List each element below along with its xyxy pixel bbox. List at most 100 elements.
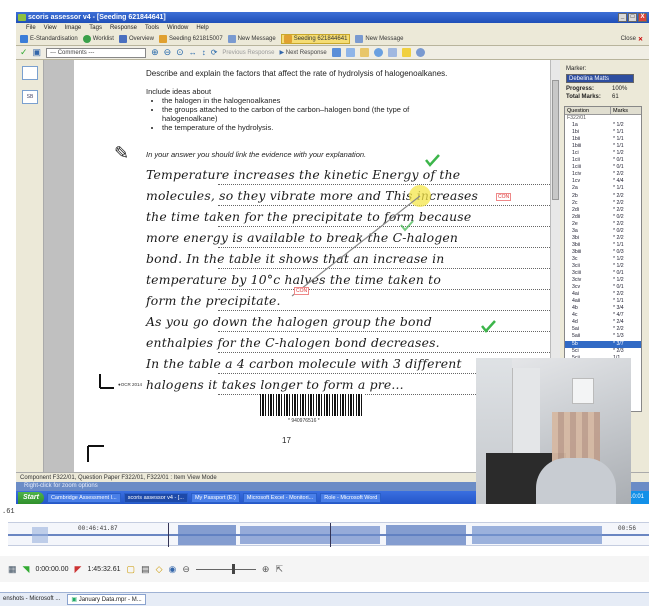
grid-icon[interactable]: ▤ [141,564,150,575]
menu-tags[interactable]: Tags [89,23,102,33]
taskbar-item[interactable]: scoris assessor v4 - [... [123,492,188,503]
tool-icon-d[interactable] [373,48,383,57]
toolbar-seeding-621815007[interactable]: Seeding 621815007 [158,35,223,43]
taskbar-item[interactable]: Microsoft Excel - Monitori... [242,492,318,503]
page-thumbnail-2[interactable]: SB [22,90,38,104]
table-row[interactable]: 1bii * 1/1 [565,136,641,143]
table-row[interactable]: 5b * 3/7 [565,340,641,348]
con-annotation[interactable]: CON [294,287,310,295]
tool-icon-f[interactable] [415,48,425,57]
table-row[interactable]: 4c * 4/7 [565,312,641,319]
scrollbar-thumb[interactable] [552,80,559,200]
question-mark: * 4/7 [613,312,624,319]
toolbar-close-button[interactable]: Close ✕ [621,36,643,43]
toolbar-overview[interactable]: Overview [118,35,154,43]
film-icon[interactable]: ▦ [8,564,17,575]
toolbar-worklist[interactable]: Worklist [82,35,114,43]
table-row[interactable]: 1ci * 1/2 [565,150,641,157]
save-icon[interactable]: ▣ [33,47,42,58]
tick-icon[interactable]: ✓ [20,47,28,58]
zoom-slider-thumb[interactable] [231,563,235,574]
timeline-track[interactable]: 00:46:41.87 00:56 [8,522,649,547]
table-row[interactable]: 3c * 1/2 [565,256,641,263]
menu-help[interactable]: Help [196,23,208,33]
table-row[interactable]: 1cii * 0/1 [565,157,641,164]
table-row[interactable]: 1a * 1/2 [565,122,641,129]
table-row[interactable]: 3bi * 2/2 [565,235,641,242]
table-row[interactable]: 1ciii * 0/1 [565,164,641,171]
table-row[interactable]: 3biii * 0/3 [565,249,641,256]
table-row[interactable]: 2a * 1/1 [565,185,641,192]
fit-timeline-icon[interactable]: ⇱ [275,564,283,575]
toolbar-seeding-621844641[interactable]: Seeding 621844641 [280,34,351,44]
menu-response[interactable]: Response [110,23,137,33]
fit-height-icon[interactable]: ↕ [202,48,206,57]
page-thumbnail-1[interactable] [22,66,38,80]
table-row[interactable]: 1cv * 4/4 [565,178,641,185]
zoom-fit-icon[interactable]: ⊙ [176,47,184,58]
zoom-out-timeline-icon[interactable]: ⊖ [182,564,190,575]
menu-image[interactable]: Image [65,23,82,33]
record-icon[interactable]: ◉ [169,564,177,575]
table-row[interactable]: 1biii * 1/1 [565,143,641,150]
menu-view[interactable]: View [44,23,57,33]
total-marks-label: Total Marks: [566,94,601,100]
comments-dropdown[interactable]: --- Comments --- [46,47,147,58]
table-row[interactable]: 5ci * 2/3 [565,348,641,355]
table-row[interactable]: 4aii * 1/1 [565,298,641,305]
question-mark: * 1/2 [613,150,624,157]
table-row[interactable]: 3bii * 1/1 [565,242,641,249]
table-row[interactable]: 1civ * 2/2 [565,171,641,178]
table-row[interactable]: 3a * 0/2 [565,228,641,235]
maximize-button[interactable]: □ [628,13,637,22]
zoom-in-icon[interactable]: ⊕ [151,47,159,58]
table-row[interactable]: 2dii * 0/2 [565,214,641,221]
rotate-icon[interactable]: ⟳ [211,48,218,57]
table-row[interactable]: 4d * 2/4 [565,319,641,326]
table-row[interactable]: 2c * 2/2 [565,200,641,207]
menu-file[interactable]: File [26,23,36,33]
previous-response-button[interactable]: Previous Response [222,50,274,56]
con-annotation[interactable]: CON [496,193,512,201]
diamond-icon[interactable]: ◇ [156,564,163,575]
taskbar-item[interactable]: Cambridge Assessment I... [46,492,121,503]
taskbar-item[interactable]: My Passport (E:) [190,492,240,503]
table-row[interactable]: 4b * 3/4 [565,305,641,312]
table-row[interactable]: 5ai * 2/2 [565,326,641,333]
close-window-button[interactable]: X [638,13,647,22]
pencil-icon [355,35,364,43]
fit-width-icon[interactable]: ↔ [189,48,197,57]
table-row[interactable]: 2e * 2/2 [565,221,641,228]
zoom-in-timeline-icon[interactable]: ⊕ [262,564,270,575]
toolbar-e-standardisation[interactable]: E-Standardisation [20,35,78,43]
table-row[interactable]: 4ai * 2/2 [565,291,641,298]
start-button[interactable]: Start [18,491,44,504]
bottom-task-item-file[interactable]: ▣ January Data.mpr - M... [67,594,146,605]
tool-icon-b[interactable] [345,48,355,57]
table-row[interactable]: 3cv * 0/1 [565,284,641,291]
menu-window[interactable]: Window [167,23,188,33]
question-mark: * 0/1 [613,164,624,171]
tool-icon-c[interactable] [359,48,369,57]
clip-icon[interactable]: ▢ [127,564,136,575]
next-response-button[interactable]: ▶ Next Response [279,49,326,56]
table-row[interactable]: 2b * 2/2 [565,193,641,200]
table-row[interactable]: 1bi * 1/1 [565,129,641,136]
menu-tools[interactable]: Tools [145,23,159,33]
highlighter-icon[interactable] [401,48,411,57]
table-row[interactable]: 2di * 2/2 [565,207,641,214]
zoom-out-icon[interactable]: ⊖ [164,47,172,58]
tool-icon-e[interactable] [387,48,397,57]
marker-select[interactable]: Debelina Matts [566,74,634,83]
toolbar-new-message-2[interactable]: New Message [355,35,403,43]
taskbar-item[interactable]: Role - Microsoft Word [320,492,382,503]
minimize-button[interactable]: _ [618,13,627,22]
table-row[interactable]: 3civ * 1/2 [565,277,641,284]
table-row[interactable]: 3ciii * 0/1 [565,270,641,277]
zoom-slider[interactable] [195,563,256,574]
tool-icon-a[interactable] [331,48,341,57]
bottom-task-item[interactable]: enshots - Microsoft ... [0,594,63,605]
table-row[interactable]: 3cii * 1/2 [565,263,641,270]
toolbar-new-message[interactable]: New Message [227,35,276,43]
table-row[interactable]: 5aii * 1/3 [565,333,641,340]
